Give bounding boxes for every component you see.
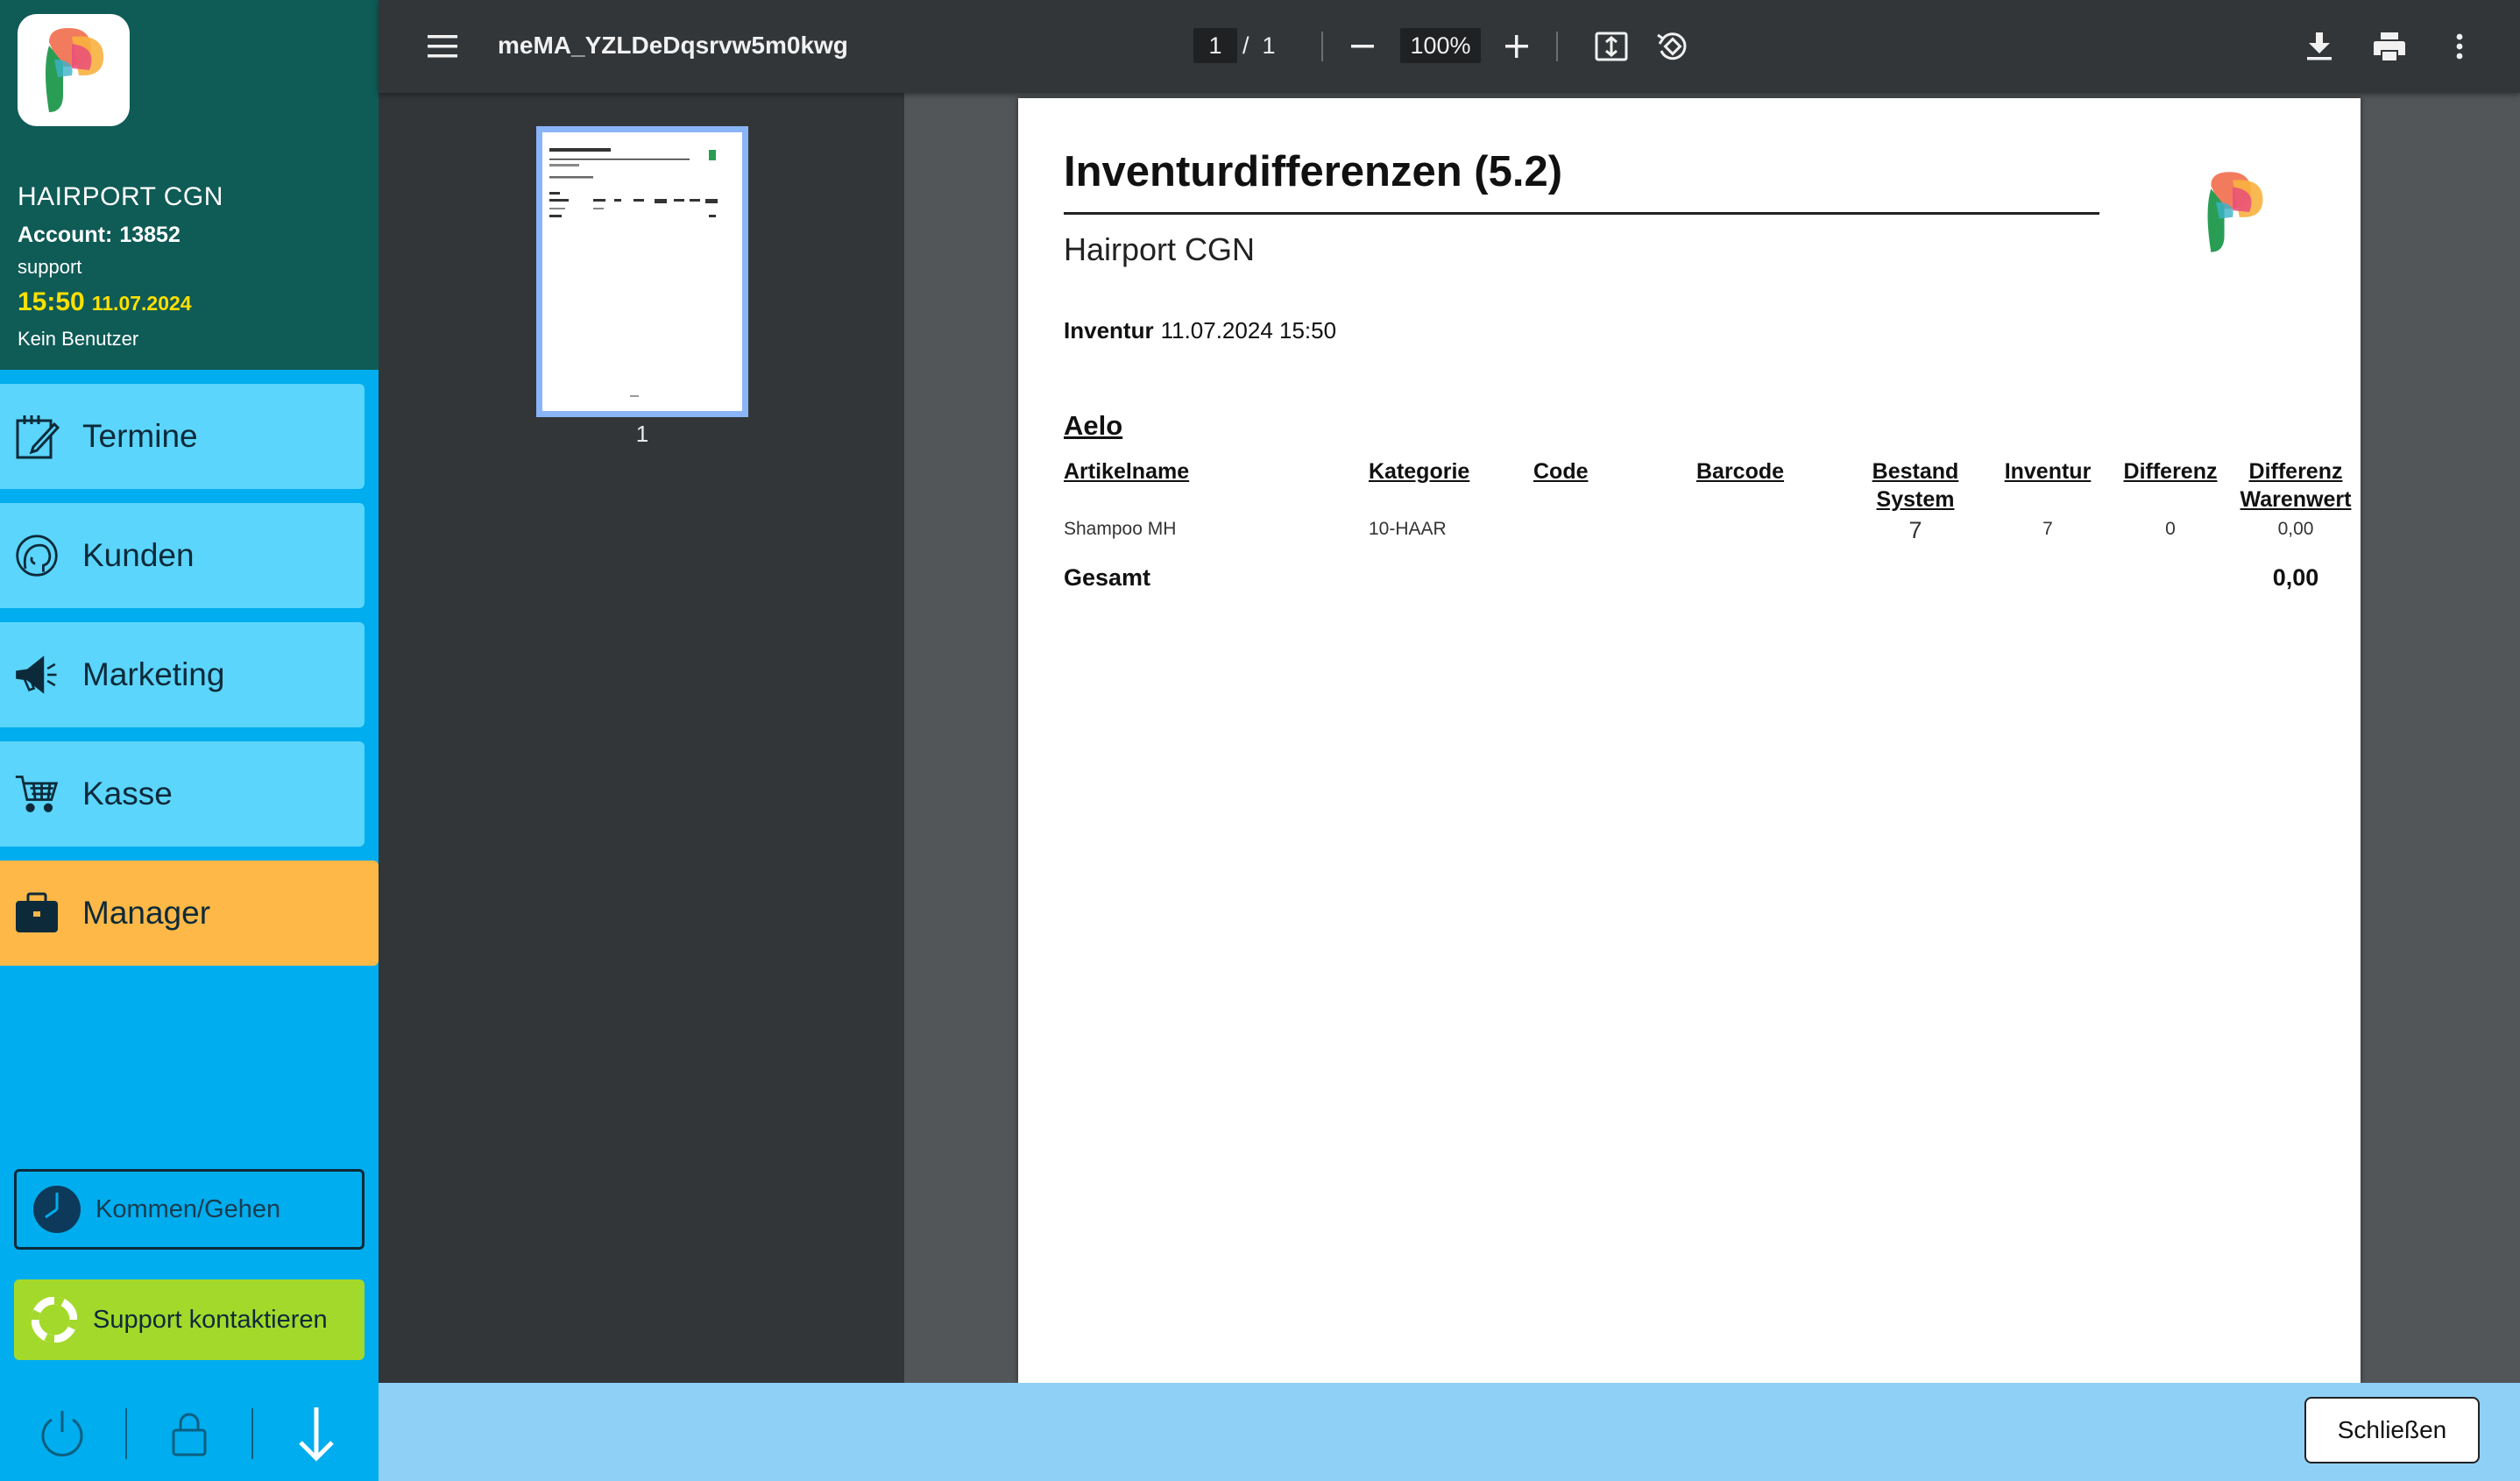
nav-item-marketing[interactable]: Marketing [0,622,365,727]
kommen-gehen-label: Kommen/Gehen [96,1194,281,1223]
toolbar-divider [1321,32,1323,61]
cell-inventur: 7 [2042,519,2053,539]
menu-icon[interactable] [417,21,468,72]
column-header-inventur: Inventur [2004,459,2092,484]
inventur-info: Inventur 11.07.2024 15:50 [1064,317,1336,344]
company-logo-icon [2207,172,2263,252]
column-header-code: Code [1533,459,1589,484]
nav-label: Termine [82,418,198,454]
more-options-icon[interactable] [2434,21,2485,72]
account-number: 13852 [119,223,181,247]
app-logo [18,14,130,126]
column-header-warenwert: Differenz Warenwert [2240,459,2352,512]
inventur-label: Inventur [1064,317,1154,344]
pdf-toolbar: meMA_YZLDeDqsrvw5m0kwg 1 / 1 100% [379,0,2520,93]
megaphone-icon [14,648,60,701]
thumbnail-sidebar: 1 [379,93,904,1383]
thumbnail-preview [549,148,718,397]
zoom-in-icon[interactable] [1491,21,1542,72]
nav-label: Manager [82,895,211,931]
salon-name: HAIRPORT CGN [18,182,223,211]
page-thumbnail[interactable] [536,126,748,417]
page-number-input[interactable]: 1 [1193,28,1237,63]
total-label: Gesamt [1064,564,1151,591]
column-header-barcode: Barcode [1696,459,1785,484]
zoom-out-icon[interactable] [1337,21,1388,72]
page-separator: / [1242,32,1249,59]
inventur-date: 11.07.2024 15:50 [1160,317,1337,344]
clock-icon [31,1183,83,1236]
print-icon[interactable] [2364,21,2415,72]
download-icon[interactable] [2294,21,2345,72]
thumbnail-page-number: 1 [635,421,649,447]
report-salon: Hairport CGN [1064,231,1256,267]
cell-differenz: 0 [2165,519,2176,539]
column-header-kategorie: Kategorie [1369,459,1470,484]
cell-kategorie: 10-HAAR [1369,519,1447,539]
report-title: Inventurdifferenzen (5.2) [1064,148,1563,195]
power-icon[interactable] [0,1386,125,1481]
column-header-differenz: Differenz [2123,459,2218,484]
total-value: 0,00 [2272,564,2319,591]
page-count: / 1 [1242,28,1330,63]
footer-bar: Schließen [379,1383,2520,1481]
current-time: 15:50 [18,287,85,316]
account-info: Account: 13852 [18,223,181,248]
total-pages: 1 [1262,32,1276,59]
support-label: Support kontaktieren [93,1305,328,1334]
rotate-icon[interactable] [1647,21,1698,72]
nav-item-termine[interactable]: Termine [0,384,365,489]
pdf-viewer: meMA_YZLDeDqsrvw5m0kwg 1 / 1 100% 1 Inve… [379,0,2520,1383]
customer-head-icon [14,529,60,582]
toolbar-divider [1556,32,1558,61]
account-label: Account: [18,223,113,247]
document-filename: meMA_YZLDeDqsrvw5m0kwg [498,32,848,59]
pdf-page: Inventurdifferenzen (5.2) Hairport CGN I… [1018,98,2361,1383]
column-header-bestand: Bestand System [1872,459,1959,512]
app-logo-icon [46,28,104,112]
date-time: 15:50 11.07.2024 [18,287,192,317]
fit-page-icon[interactable] [1586,21,1637,72]
vendor-heading: Aelo [1064,410,1123,441]
sidebar-bottom-bar [0,1386,379,1481]
user-name: support [18,256,82,278]
nav-label: Marketing [82,656,225,692]
title-rule [1064,212,2099,215]
cell-bestand: 7 [1908,517,1922,543]
lifebuoy-icon [28,1293,81,1346]
nav-item-manager[interactable]: Manager [0,861,379,966]
current-date: 11.07.2024 [91,292,192,315]
cell-artikelname: Shampoo MH [1064,519,1177,539]
lock-icon[interactable] [127,1386,252,1481]
sidebar-header: HAIRPORT CGN Account: 13852 support 15:50… [0,0,379,370]
nav-item-kasse[interactable]: Kasse [0,741,365,847]
column-header-artikelname: Artikelname [1064,459,1190,484]
arrow-down-icon[interactable] [253,1386,379,1481]
cell-warenwert: 0,00 [2277,519,2314,539]
briefcase-icon [14,887,60,939]
nav-label: Kunden [82,537,195,573]
sidebar: HAIRPORT CGN Account: 13852 support 15:50… [0,0,379,1481]
user-status: Kein Benutzer [18,328,139,350]
zoom-level-input[interactable]: 100% [1400,28,1481,63]
shopping-cart-icon [14,768,60,820]
calendar-edit-icon [14,410,60,463]
kommen-gehen-button[interactable]: Kommen/Gehen [14,1169,365,1250]
nav-label: Kasse [82,776,173,811]
support-button[interactable]: Support kontaktieren [14,1279,365,1360]
close-button[interactable]: Schließen [2304,1397,2480,1463]
nav-item-kunden[interactable]: Kunden [0,503,365,608]
